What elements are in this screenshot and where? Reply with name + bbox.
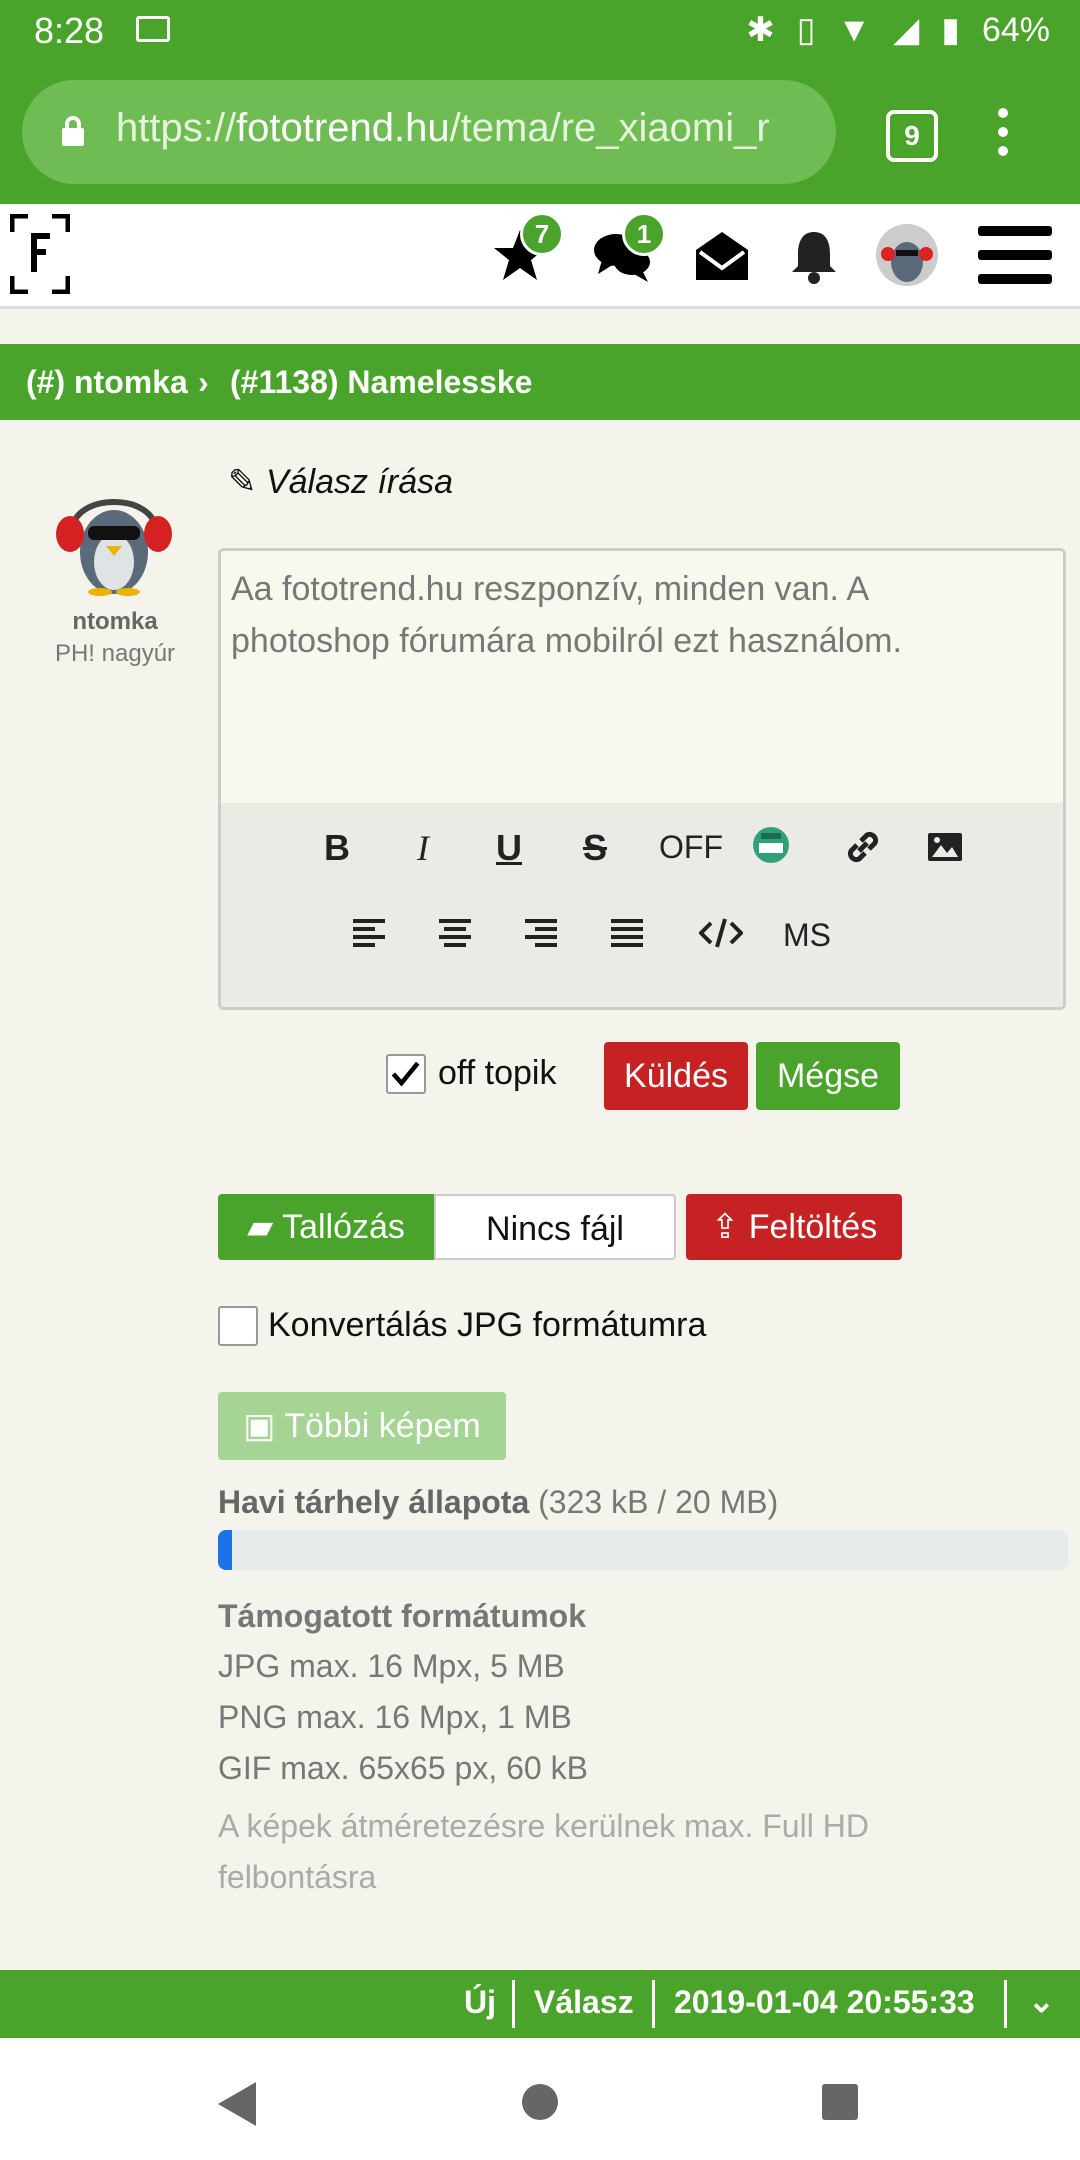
browser-menu-icon[interactable]	[996, 108, 1010, 165]
favorites-star-icon[interactable]: 7	[490, 212, 564, 286]
separator	[1004, 1980, 1007, 2028]
send-button[interactable]: Küldés	[604, 1042, 748, 1110]
battery-icon: ▮	[941, 11, 960, 49]
more-images-button[interactable]: ▣ Többi képem	[218, 1392, 506, 1460]
underline-button[interactable]: U	[479, 827, 539, 869]
chevron-right-icon: ›	[198, 364, 209, 400]
favorites-badge: 7	[520, 212, 564, 256]
back-icon[interactable]	[216, 2082, 256, 2126]
upload-icon: ⇪	[710, 1208, 740, 1246]
format-line-jpg: JPG max. 16 Mpx, 5 MB	[218, 1648, 565, 1684]
convert-jpg-label: Konvertálás JPG formátumra	[268, 1306, 707, 1344]
browse-button[interactable]: ▰ Tallózás	[218, 1194, 434, 1260]
reply-link[interactable]: Válasz	[534, 1984, 634, 2021]
user-avatar[interactable]	[52, 472, 176, 596]
breadcrumb: (#) ntomka › (#1138) Namelesske	[0, 344, 1080, 420]
site-header: 7 1	[0, 204, 1080, 309]
editor-toolbar: B I U S OFF MS	[221, 803, 1063, 1007]
vibrate-icon: ▯	[796, 11, 816, 49]
user-rank: PH! nagyúr	[54, 640, 176, 667]
offtopic-label: off topik	[438, 1054, 557, 1092]
convert-jpg-checkbox[interactable]	[218, 1306, 258, 1346]
separator	[512, 1980, 515, 2028]
resize-note: A képek átméretezésre kerülnek max. Full…	[218, 1808, 869, 1895]
reply-title: ✎ Válasz írása	[228, 463, 454, 501]
breadcrumb-author-link[interactable]: (#) ntomka	[26, 364, 188, 401]
storage-progress-fill	[218, 1530, 232, 1570]
fototrend-logo[interactable]	[10, 214, 70, 294]
upload-button[interactable]: ⇪ Feltöltés	[686, 1194, 902, 1260]
wifi-icon: ▼	[837, 10, 872, 49]
url-text: https://fototrend.hu/tema/re_xiaomi_r	[116, 106, 770, 150]
notifications-bell-icon[interactable]	[784, 226, 844, 286]
checkmark-icon	[391, 1061, 420, 1087]
tab-switcher-button[interactable]: 9	[886, 110, 938, 162]
signal-icon: ◢	[893, 11, 920, 49]
home-icon[interactable]	[520, 2082, 560, 2122]
gmail-notification-icon	[136, 16, 170, 42]
storage-progress-bar	[218, 1530, 1068, 1570]
align-center-icon[interactable]	[425, 915, 485, 960]
pencil-icon: ✎	[228, 463, 257, 501]
italic-button[interactable]: I	[393, 827, 453, 869]
align-justify-icon[interactable]	[597, 915, 657, 960]
post-timestamp[interactable]: 2019-01-04 20:55:33	[674, 1984, 975, 2021]
status-bar: 8:28 ✱ ▯ ▼ ◢ ▮ 64%	[0, 0, 1080, 64]
format-line-gif: GIF max. 65x65 px, 60 kB	[218, 1750, 588, 1786]
ms-format-button[interactable]: MS	[777, 917, 837, 954]
user-name[interactable]: ntomka	[40, 608, 190, 636]
offtopic-checkbox[interactable]	[386, 1054, 426, 1094]
code-icon[interactable]	[691, 915, 751, 960]
offtopic-format-button[interactable]: OFF	[645, 829, 737, 866]
selected-file-name: Nincs fájl	[434, 1194, 676, 1260]
chevron-down-icon[interactable]: ⌄	[1028, 1982, 1055, 2020]
image-icon[interactable]	[915, 827, 975, 876]
bold-button[interactable]: B	[307, 827, 367, 869]
align-right-icon[interactable]	[511, 915, 571, 960]
images-icon: ▣	[243, 1407, 276, 1445]
address-bar[interactable]: https://fototrend.hu/tema/re_xiaomi_r	[22, 80, 836, 184]
private-mail-icon[interactable]	[692, 226, 752, 286]
browser-toolbar: https://fototrend.hu/tema/re_xiaomi_r 9	[0, 64, 1080, 204]
formats-title: Támogatott formátumok	[218, 1598, 586, 1634]
folder-open-icon: ▰	[247, 1208, 274, 1246]
strikethrough-button[interactable]: S	[565, 827, 625, 869]
smiley-icon[interactable]	[741, 825, 801, 874]
storage-label: Havi tárhely állapota (323 kB / 20 MB)	[218, 1484, 779, 1520]
profile-avatar[interactable]	[876, 224, 938, 286]
messages-chat-icon[interactable]: 1	[592, 212, 666, 286]
align-left-icon[interactable]	[339, 915, 399, 960]
battery-percent: 64%	[981, 10, 1050, 49]
link-icon[interactable]	[833, 827, 893, 876]
bluetooth-icon: ✱	[746, 11, 775, 49]
reply-textarea[interactable]: Aa fototrend.hu reszponzív, minden van. …	[231, 563, 1031, 667]
post-footer-bar: Új Válasz 2019-01-04 20:55:33 ⌄	[0, 1970, 1080, 2038]
breadcrumb-target-link[interactable]: (#1138) Namelesske	[230, 364, 532, 401]
separator	[652, 1980, 655, 2028]
recents-icon[interactable]	[820, 2082, 860, 2122]
android-nav-bar	[0, 2038, 1080, 2160]
new-link[interactable]: Új	[464, 1984, 496, 2021]
cancel-button[interactable]: Mégse	[756, 1042, 900, 1110]
reply-editor[interactable]: Aa fototrend.hu reszponzív, minden van. …	[218, 548, 1066, 1010]
format-line-png: PNG max. 16 Mpx, 1 MB	[218, 1699, 572, 1735]
lock-icon	[62, 116, 84, 146]
status-time: 8:28	[34, 10, 105, 51]
messages-badge: 1	[622, 212, 666, 256]
status-icons: ✱ ▯ ▼ ◢ ▮ 64%	[746, 10, 1050, 50]
hamburger-menu-icon[interactable]	[978, 226, 1052, 298]
